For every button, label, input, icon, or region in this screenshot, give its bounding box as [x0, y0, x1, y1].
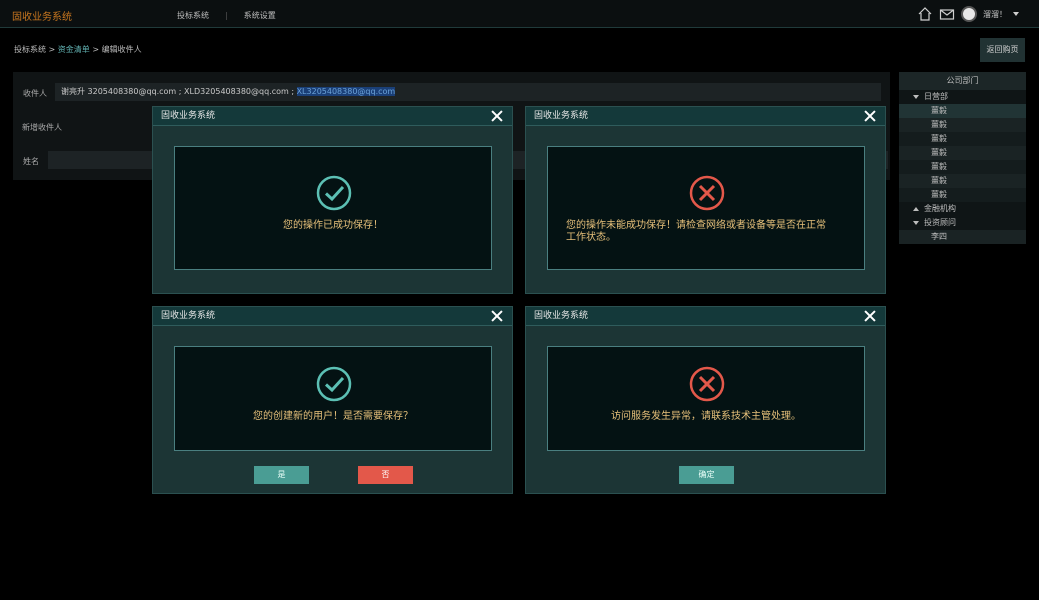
top-bar: 固收业务系统 投标系统 | 系统设置 溜溜！ — [0, 0, 1039, 28]
success-check-icon — [316, 175, 352, 211]
dept-item[interactable]: 薑毅 — [899, 174, 1026, 188]
dept-group-label: 投资顾问 — [924, 218, 956, 227]
department-title: 公司部门 — [899, 72, 1026, 90]
nav-item-bidding[interactable]: 投标系统 — [177, 10, 209, 21]
dialog-message-line: 工作状态。 — [566, 232, 616, 243]
dialog-save-failed: 固收业务系统 您的操作未能成功保存！请检查网络或者设备等是否在正常 工作状态。 — [525, 106, 886, 294]
breadcrumb-root[interactable]: 投标系统 > — [14, 45, 58, 54]
breadcrumb: 投标系统 > 资金清单 > 编辑收件人 — [14, 44, 142, 55]
recipient-field[interactable]: 谢亮升 3205408380@qq.com ; XLD3205408380@qq… — [55, 83, 881, 101]
main-nav: 投标系统 | 系统设置 — [177, 10, 276, 21]
dialog-title: 固收业务系统 — [534, 311, 589, 321]
breadcrumb-current: > 编辑收件人 — [89, 45, 142, 54]
dept-group[interactable]: 金融机构 — [899, 202, 1026, 216]
dialog-header: 固收业务系统 — [526, 307, 885, 326]
dialog-title: 固收业务系统 — [161, 111, 216, 121]
dialog-message-line: 您的操作未能成功保存！请检查网络或者设备等是否在正常 — [566, 220, 826, 231]
dialog-body: 您的操作未能成功保存！请检查网络或者设备等是否在正常 工作状态。 — [547, 146, 865, 270]
dept-item[interactable]: 薑毅 — [899, 160, 1026, 174]
dialog-service-error: 固收业务系统 访问服务发生异常，请联系技术主管处理。 确定 — [525, 306, 886, 494]
dialog-body: 访问服务发生异常，请联系技术主管处理。 — [547, 346, 865, 451]
close-icon[interactable] — [490, 109, 504, 123]
top-icons: 溜溜！ — [917, 6, 1019, 22]
dialog-message: 访问服务发生异常，请联系技术主管处理。 — [611, 411, 801, 422]
dept-group-label: 日营部 — [924, 92, 948, 101]
dept-item[interactable]: 薑毅 — [899, 104, 1026, 118]
dialog-save-success: 固收业务系统 您的操作已成功保存！ — [152, 106, 513, 294]
dialog-body: 您的操作已成功保存！ — [174, 146, 492, 270]
dept-item[interactable]: 薑毅 — [899, 188, 1026, 202]
close-icon[interactable] — [490, 309, 504, 323]
breadcrumb-link[interactable]: 资金清单 — [58, 45, 90, 54]
recipient-selected: XL3205408380@qq.com — [296, 87, 396, 96]
dialog-title: 固收业务系统 — [534, 111, 589, 121]
confirm-button[interactable]: 确定 — [679, 466, 734, 484]
no-button[interactable]: 否 — [358, 466, 413, 484]
department-panel: 公司部门 日营部 薑毅 薑毅 薑毅 薑毅 薑毅 薑毅 薑毅 金融机构 投资顾问 … — [899, 72, 1026, 252]
user-name[interactable]: 溜溜！ — [983, 9, 1007, 20]
dialog-header: 固收业务系统 — [153, 307, 512, 326]
dept-group[interactable]: 投资顾问 — [899, 216, 1026, 230]
dialog-confirm-create: 固收业务系统 您的创建新的用户！是否需要保存？ 是 否 — [152, 306, 513, 494]
user-avatar[interactable] — [961, 6, 977, 22]
dept-item[interactable]: 薑毅 — [899, 132, 1026, 146]
dept-group-label: 金融机构 — [924, 204, 956, 213]
mail-icon[interactable] — [939, 6, 955, 22]
error-x-icon — [689, 175, 725, 211]
chevron-down-icon[interactable] — [1013, 12, 1019, 16]
recipient-label: 收件人 — [23, 89, 47, 98]
dept-group[interactable]: 日营部 — [899, 90, 1026, 104]
dept-item[interactable]: 薑毅 — [899, 118, 1026, 132]
return-button[interactable]: 返回购页 — [980, 38, 1025, 62]
dept-item[interactable]: 李四 — [899, 230, 1026, 244]
success-check-icon — [316, 366, 352, 402]
dialog-header: 固收业务系统 — [153, 107, 512, 126]
recipient-values: 谢亮升 3205408380@qq.com ; XLD3205408380@qq… — [61, 87, 297, 96]
dialog-message: 您的操作已成功保存！ — [283, 220, 383, 231]
dialog-body: 您的创建新的用户！是否需要保存？ — [174, 346, 492, 451]
error-x-icon — [689, 366, 725, 402]
collapse-icon — [913, 207, 919, 211]
close-icon[interactable] — [863, 109, 877, 123]
name-label: 姓名 — [23, 157, 39, 166]
expand-icon — [913, 95, 919, 99]
yes-button[interactable]: 是 — [254, 466, 309, 484]
dialog-title: 固收业务系统 — [161, 311, 216, 321]
close-icon[interactable] — [863, 309, 877, 323]
dialog-message: 您的创建新的用户！是否需要保存？ — [253, 411, 413, 422]
nav-separator: | — [225, 11, 228, 20]
app-logo[interactable]: 固收业务系统 — [12, 8, 72, 23]
dialog-message: 您的操作未能成功保存！请检查网络或者设备等是否在正常 工作状态。 — [566, 220, 866, 244]
expand-icon — [913, 221, 919, 225]
dialog-header: 固收业务系统 — [526, 107, 885, 126]
home-icon[interactable] — [917, 6, 933, 22]
dept-item[interactable]: 薑毅 — [899, 146, 1026, 160]
add-recipient-link[interactable]: 新增收件人 — [22, 122, 62, 133]
nav-item-settings[interactable]: 系统设置 — [244, 10, 276, 21]
